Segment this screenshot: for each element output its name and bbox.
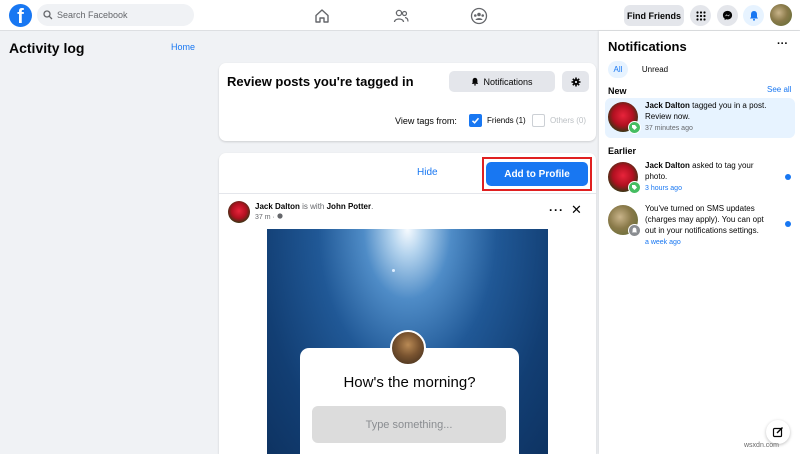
bell-icon	[472, 77, 479, 86]
post-author-avatar[interactable]	[228, 201, 250, 223]
home-link[interactable]: Home	[171, 42, 195, 52]
add-to-profile-button[interactable]: Add to Profile	[486, 162, 588, 186]
notification-text: Jack Dalton tagged you in a post. Review…	[645, 100, 777, 134]
post-time[interactable]: 37 m	[255, 214, 271, 221]
view-tags-label: View tags from:	[395, 116, 457, 126]
tagged-post-card: Hide Add to Profile Jack Dalton is with …	[219, 153, 596, 454]
notification-item[interactable]: Jack Dalton asked to tag your photo. 3 h…	[605, 158, 795, 196]
notification-text: You've turned on SMS updates (charges ma…	[645, 203, 777, 248]
friends-checkbox[interactable]	[469, 114, 482, 127]
notification-text: Jack Dalton asked to tag your photo. 3 h…	[645, 160, 777, 194]
notifications-button-label: Notifications	[483, 76, 533, 87]
search-bar[interactable]	[37, 4, 194, 26]
section-new-heading: New	[608, 86, 627, 96]
globe-icon	[277, 213, 283, 219]
review-tagged-card: Review posts you're tagged in Notificati…	[219, 63, 596, 141]
notification-item[interactable]: You've turned on SMS updates (charges ma…	[605, 201, 795, 249]
compose-icon[interactable]	[766, 420, 790, 444]
post-meta: 37 m ·	[255, 213, 283, 221]
friends-icon[interactable]	[390, 5, 412, 27]
notification-name: Jack Dalton	[645, 161, 690, 170]
unread-dot	[785, 221, 791, 227]
messenger-icon[interactable]	[717, 5, 738, 26]
menu-grid-icon[interactable]	[690, 5, 711, 26]
facebook-logo-icon[interactable]: f	[9, 4, 32, 27]
unread-dot	[785, 174, 791, 180]
friends-option-label: Friends (1)	[487, 116, 526, 125]
filter-unread-tab[interactable]: Unread	[637, 61, 673, 78]
find-friends-button[interactable]: Find Friends	[624, 5, 684, 26]
see-all-link[interactable]: See all	[767, 85, 791, 94]
others-option-label: Others (0)	[550, 116, 587, 125]
notification-time: a week ago	[645, 239, 681, 246]
post-header: Jack Dalton is with John Potter.	[255, 202, 374, 211]
watermark-text: wsxdn.com	[744, 442, 780, 449]
bell-badge-icon	[628, 224, 641, 237]
bell-icon[interactable]	[743, 5, 764, 26]
review-title: Review posts you're tagged in	[227, 74, 414, 89]
post-author[interactable]: Jack Dalton	[255, 202, 300, 211]
more-icon[interactable]: ···	[549, 203, 564, 217]
close-icon[interactable]: ✕	[571, 202, 582, 218]
story-image: How's the morning?	[267, 229, 548, 454]
more-icon[interactable]: ···	[777, 38, 788, 50]
search-icon	[43, 10, 53, 20]
notifications-title: Notifications	[608, 39, 687, 54]
hide-button[interactable]: Hide	[417, 167, 438, 178]
post-tagged-person[interactable]: John Potter	[327, 202, 371, 211]
notification-time: 37 minutes ago	[645, 125, 693, 132]
light-dot	[392, 269, 395, 272]
search-input[interactable]	[57, 10, 187, 20]
notification-item[interactable]: Jack Dalton tagged you in a post. Review…	[605, 98, 795, 138]
check-icon	[471, 117, 480, 124]
notification-name: Jack Dalton	[645, 101, 690, 110]
divider	[219, 193, 596, 194]
top-navbar: f Find Friends	[0, 0, 800, 31]
prompt-question: How's the morning?	[343, 374, 476, 391]
notification-time: 3 hours ago	[645, 185, 682, 192]
groups-icon[interactable]	[468, 5, 490, 27]
home-icon[interactable]	[311, 5, 333, 27]
notifications-button[interactable]: Notifications	[449, 71, 555, 92]
gear-icon	[571, 77, 580, 86]
filter-all-tab[interactable]: All	[608, 61, 628, 78]
activity-log-title: Activity log	[9, 40, 85, 56]
settings-button[interactable]	[562, 71, 589, 92]
notification-message: You've turned on SMS updates (charges ma…	[645, 204, 764, 235]
tag-badge-icon	[628, 181, 641, 194]
prompt-input[interactable]	[312, 406, 506, 443]
post-with-text: is with	[302, 202, 325, 211]
notifications-panel: Notifications ··· All Unread New See all…	[599, 31, 800, 454]
profile-avatar[interactable]	[770, 4, 792, 26]
tag-badge-icon	[628, 121, 641, 134]
prompt-avatar	[390, 330, 426, 366]
section-earlier-heading: Earlier	[608, 146, 637, 156]
others-checkbox[interactable]	[532, 114, 545, 127]
